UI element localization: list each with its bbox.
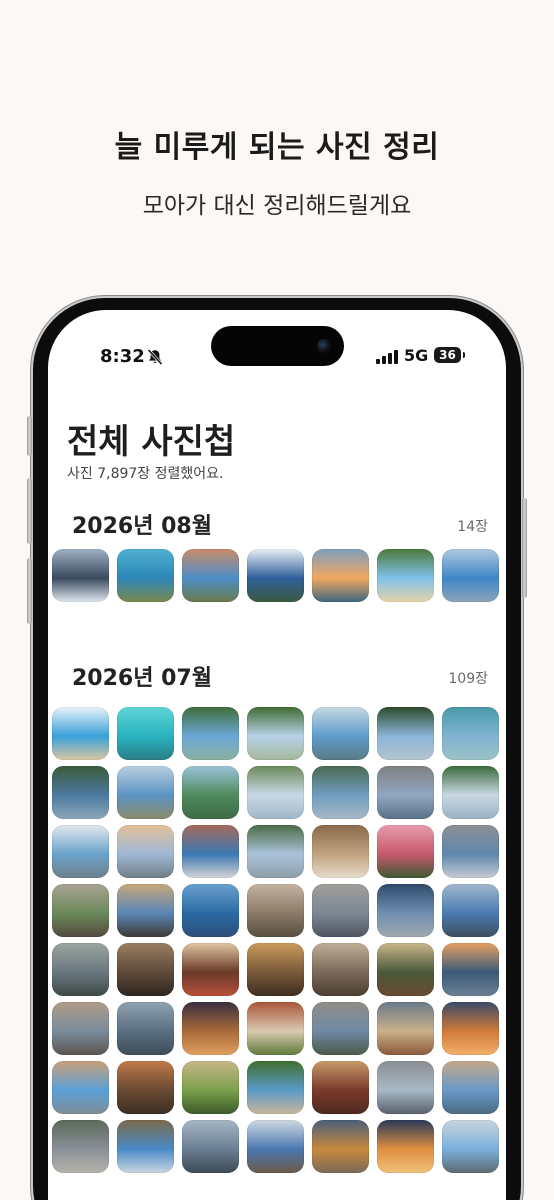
battery-level: 36 — [439, 348, 456, 362]
volume-up-button — [27, 478, 32, 544]
signal-bars-icon — [376, 350, 398, 364]
photo-thumbnail[interactable] — [442, 707, 499, 760]
photo-thumbnail[interactable] — [247, 1120, 304, 1173]
photo-thumbnail[interactable] — [442, 549, 499, 602]
photo-thumbnail[interactable] — [52, 1002, 109, 1055]
photo-thumbnail[interactable] — [377, 825, 434, 878]
section-count-2026-08: 14장 — [457, 519, 488, 535]
section-count-2026-07: 109장 — [448, 671, 488, 687]
photo-thumbnail[interactable] — [312, 766, 369, 819]
network-type: 5G — [404, 346, 429, 365]
photo-thumbnail[interactable] — [312, 1002, 369, 1055]
photo-thumbnail[interactable] — [117, 884, 174, 937]
photo-thumbnail[interactable] — [442, 1061, 499, 1114]
photo-thumbnail[interactable] — [52, 825, 109, 878]
section-title-2026-07: 2026년 07월 — [72, 666, 212, 691]
photo-thumbnail[interactable] — [117, 1120, 174, 1173]
photo-thumbnail[interactable] — [117, 825, 174, 878]
photo-thumbnail[interactable] — [442, 825, 499, 878]
photo-thumbnail[interactable] — [247, 1061, 304, 1114]
photo-thumbnail[interactable] — [377, 1002, 434, 1055]
photo-thumbnail[interactable] — [117, 766, 174, 819]
section-title-2026-08: 2026년 08월 — [72, 514, 212, 539]
photo-thumbnail[interactable] — [52, 766, 109, 819]
volume-down-button — [27, 558, 32, 624]
dynamic-island — [211, 326, 344, 366]
photo-thumbnail[interactable] — [377, 884, 434, 937]
power-button — [522, 498, 527, 598]
phone-screen: 8:32 5G 36 전체 사진첩 사진 7,897장 정렬했어요. 2026년… — [48, 310, 506, 1200]
photo-thumbnail[interactable] — [442, 1002, 499, 1055]
photo-thumbnail[interactable] — [182, 943, 239, 996]
photo-thumbnail[interactable] — [377, 766, 434, 819]
photo-thumbnail[interactable] — [247, 943, 304, 996]
front-camera — [317, 339, 331, 353]
photo-thumbnail[interactable] — [52, 549, 109, 602]
photo-thumbnail[interactable] — [442, 943, 499, 996]
photo-thumbnail[interactable] — [442, 766, 499, 819]
status-bar: 8:32 5G 36 — [48, 326, 506, 370]
album-title: 전체 사진첩 — [67, 422, 236, 462]
photo-thumbnail[interactable] — [182, 1061, 239, 1114]
photo-thumbnail[interactable] — [182, 766, 239, 819]
photo-thumbnail[interactable] — [52, 1061, 109, 1114]
photo-thumbnail[interactable] — [182, 707, 239, 760]
promo-subline: 모아가 대신 정리해드릴게요 — [142, 193, 412, 219]
photo-thumbnail[interactable] — [52, 707, 109, 760]
promo-screenshot: 늘 미루게 되는 사진 정리 모아가 대신 정리해드릴게요 8:32 5G 36… — [0, 0, 554, 1200]
photo-thumbnail[interactable] — [377, 707, 434, 760]
photo-thumbnail[interactable] — [377, 1120, 434, 1173]
photo-thumbnail[interactable] — [182, 1002, 239, 1055]
photo-thumbnail[interactable] — [312, 884, 369, 937]
photo-thumbnail[interactable] — [312, 707, 369, 760]
photo-thumbnail[interactable] — [117, 549, 174, 602]
photo-thumbnail[interactable] — [117, 707, 174, 760]
photo-thumbnail[interactable] — [182, 884, 239, 937]
action-button — [27, 416, 32, 456]
photo-thumbnail[interactable] — [247, 707, 304, 760]
photo-thumbnail[interactable] — [117, 1061, 174, 1114]
photo-thumbnail[interactable] — [52, 943, 109, 996]
promo-headline: 늘 미루게 되는 사진 정리 — [114, 130, 440, 165]
photo-thumbnail[interactable] — [247, 825, 304, 878]
photo-thumbnail[interactable] — [52, 884, 109, 937]
photo-thumbnail[interactable] — [182, 1120, 239, 1173]
status-time: 8:32 — [100, 346, 145, 367]
photo-thumbnail[interactable] — [247, 884, 304, 937]
photo-thumbnail[interactable] — [182, 825, 239, 878]
phone-frame: 8:32 5G 36 전체 사진첩 사진 7,897장 정렬했어요. 2026년… — [27, 298, 527, 1200]
photo-thumbnail[interactable] — [377, 943, 434, 996]
photo-thumbnail[interactable] — [312, 825, 369, 878]
photo-thumbnail[interactable] — [117, 943, 174, 996]
photo-thumbnail[interactable] — [377, 1061, 434, 1114]
photo-thumbnail[interactable] — [247, 549, 304, 602]
battery-icon: 36 — [434, 347, 465, 363]
photo-thumbnail[interactable] — [312, 1061, 369, 1114]
bell-slash-icon — [147, 348, 163, 366]
photo-thumbnail[interactable] — [312, 1120, 369, 1173]
photo-thumbnail[interactable] — [52, 1120, 109, 1173]
photo-thumbnail[interactable] — [312, 943, 369, 996]
photo-thumbnail[interactable] — [377, 549, 434, 602]
photo-thumbnail[interactable] — [247, 1002, 304, 1055]
album-subtitle: 사진 7,897장 정렬했어요. — [67, 466, 224, 482]
photo-thumbnail[interactable] — [312, 549, 369, 602]
photo-thumbnail[interactable] — [442, 1120, 499, 1173]
photo-thumbnail[interactable] — [117, 1002, 174, 1055]
photo-thumbnail[interactable] — [182, 549, 239, 602]
photo-thumbnail[interactable] — [247, 766, 304, 819]
photo-thumbnail[interactable] — [442, 884, 499, 937]
